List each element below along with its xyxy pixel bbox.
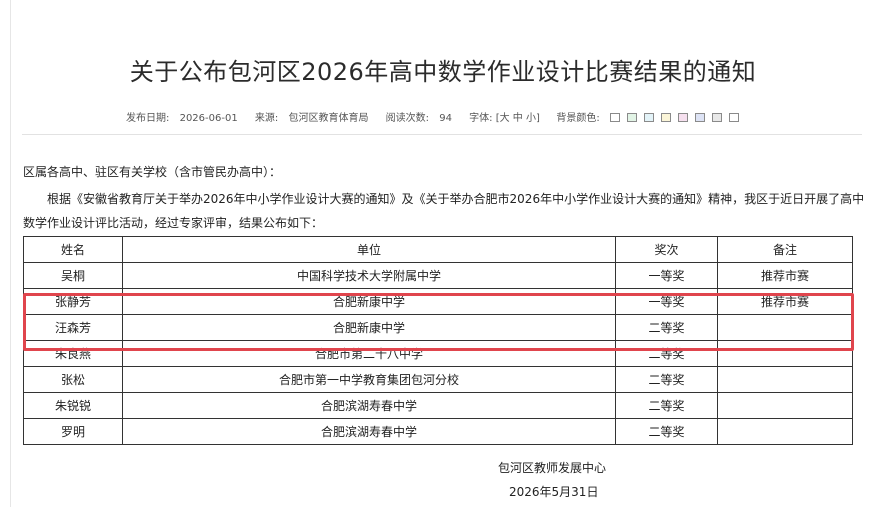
view-count: 阅读次数: 94 [386,113,459,124]
cell-remark [717,340,853,367]
header-name: 姓名 [23,236,123,263]
cell-unit: 合肥滨湖寿春中学 [122,392,616,419]
cell-name: 罗明 [23,418,123,445]
source-value: 包河区教育体育局 [288,113,369,124]
background-swatches [609,113,746,125]
cell-name: 吴桐 [23,262,123,289]
table-row: 朱锐锐 合肥滨湖寿春中学 二等奖 [23,392,853,419]
font-size-large[interactable]: 大 [500,113,510,124]
table-row: 张静芳 合肥新康中学 一等奖 推荐市赛 [23,288,853,315]
font-size-small[interactable]: 小 [526,113,536,124]
header-remark: 备注 [717,236,853,263]
table-row: 张松 合肥市第一中学教育集团包河分校 二等奖 [23,366,853,393]
background-swatch-6[interactable] [694,113,705,122]
background-swatch-4[interactable] [660,113,671,122]
cell-unit: 合肥市第二十八中学 [122,340,616,367]
cell-award: 二等奖 [615,366,718,393]
cell-award: 二等奖 [615,392,718,419]
view-count-value: 94 [439,113,452,124]
cell-unit: 合肥市第一中学教育集团包河分校 [122,366,616,393]
salutation: 区属各高中、驻区有关学校（含市管民办高中）： [23,165,282,179]
font-size-close-bracket: ] [535,113,540,124]
source: 来源: 包河区教育体育局 [255,113,376,124]
view-count-label: 阅读次数: [385,113,430,124]
font-size-medium[interactable]: 中 [513,113,523,124]
cell-name: 张静芳 [23,288,123,315]
cell-award: 二等奖 [615,314,718,341]
cell-award: 二等奖 [615,418,718,445]
background-swatch-5[interactable] [677,113,688,122]
publish-date-value: 2026-06-01 [179,113,238,124]
table-row: 汪森芳 合肥新康中学 二等奖 [23,314,853,341]
cell-unit: 合肥滨湖寿春中学 [122,418,616,445]
table-row: 吴桐 中国科学技术大学附属中学 一等奖 推荐市赛 [23,262,853,289]
article-meta: 发布日期: 2026-06-01 来源: 包河区教育体育局 阅读次数: 94 字… [0,109,886,125]
cell-name: 朱锐锐 [23,392,123,419]
background-color-label: 背景颜色: [556,113,600,124]
font-size-label: 字体: [469,113,493,124]
cell-remark [717,366,853,393]
cell-remark [717,392,853,419]
cell-name: 汪森芳 [23,314,123,341]
table-row: 朱良燕 合肥市第二十八中学 二等奖 [23,340,853,367]
cell-remark [717,418,853,445]
title-divider [22,134,862,135]
page-title: 关于公布包河区2026年高中数学作业设计比赛结果的通知 [129,58,757,86]
background-swatch-7[interactable] [711,113,722,122]
issue-date: 2026年5月31日 [509,485,599,499]
background-swatch-2[interactable] [626,113,637,122]
publish-date: 发布日期: 2026-06-01 [126,113,245,124]
cell-award: 一等奖 [615,288,718,315]
table-header-row: 姓名 单位 奖次 备注 [23,236,853,263]
cell-remark: 推荐市赛 [717,262,853,289]
publish-date-label: 发布日期: [126,113,170,124]
cell-remark: 推荐市赛 [717,288,853,315]
cell-unit: 合肥新康中学 [122,288,616,315]
table-row: 罗明 合肥滨湖寿春中学 二等奖 [23,418,853,445]
source-label: 来源: [254,113,279,124]
font-size-control: 字体: [大 中 小] [469,113,540,124]
body-paragraph: 根据《安徽省教育厅关于举办2026年中小学作业设计大赛的通知》及《关于举办合肥市… [23,192,865,230]
results-table: 姓名 单位 奖次 备注 吴桐 中国科学技术大学附属中学 一等奖 推荐市赛 张静芳… [23,236,853,445]
background-color-control: 背景颜色: [556,113,753,124]
header-unit: 单位 [122,236,616,263]
cell-unit: 中国科学技术大学附属中学 [122,262,616,289]
cell-unit: 合肥新康中学 [122,314,616,341]
cell-award: 一等奖 [615,262,718,289]
background-swatch-8[interactable] [728,113,739,122]
cell-name: 张松 [23,366,123,393]
issuer: 包河区教师发展中心 [498,461,607,475]
cell-award: 二等奖 [615,340,718,367]
background-swatch-1[interactable] [609,113,620,122]
cell-name: 朱良燕 [23,340,123,367]
cell-remark [717,314,853,341]
background-swatch-3[interactable] [643,113,654,122]
header-award: 奖次 [615,236,718,263]
